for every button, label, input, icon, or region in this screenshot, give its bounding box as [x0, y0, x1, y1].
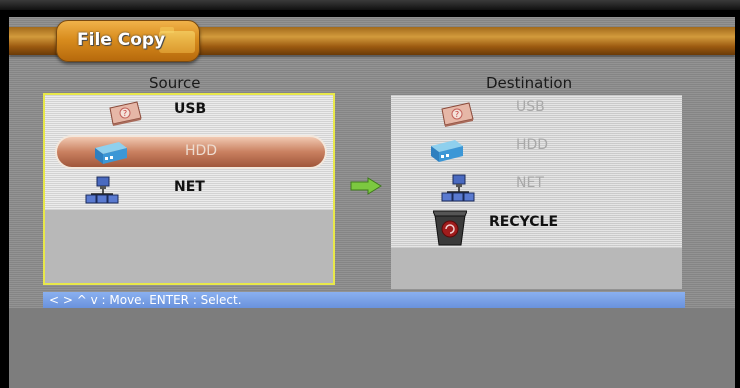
page-title: File Copy: [77, 30, 166, 50]
copy-direction-arrow-icon: [350, 177, 382, 195]
destination-item-recycle-label: RECYCLE: [489, 214, 559, 230]
destination-item-hdd-label: HDD: [516, 137, 549, 153]
hard-disk-icon: [427, 136, 465, 164]
usb-drive-icon: ?: [107, 100, 143, 126]
network-icon: [85, 175, 119, 207]
destination-item-hdd[interactable]: HDD: [391, 133, 682, 171]
destination-list: ? USB HDD NET RECYCLE: [391, 95, 682, 289]
destination-item-net[interactable]: NET: [391, 173, 682, 209]
destination-item-usb[interactable]: ? USB: [391, 95, 682, 133]
help-bar: < > ^ v : Move. ENTER : Select.: [43, 292, 685, 308]
help-text: < > ^ v : Move. ENTER : Select.: [49, 293, 242, 307]
destination-heading: Destination: [486, 74, 573, 92]
svg-text:?: ?: [455, 110, 459, 119]
usb-drive-icon: ?: [439, 101, 475, 127]
bottom-area: [9, 308, 735, 388]
source-item-usb-label: USB: [174, 101, 207, 117]
destination-list-empty-area: [391, 248, 682, 289]
hard-disk-icon: [91, 138, 129, 166]
source-item-hdd[interactable]: HDD: [55, 135, 327, 169]
recycle-bin-icon: [433, 209, 467, 247]
source-item-hdd-label: HDD: [185, 143, 218, 159]
source-item-usb[interactable]: ? USB: [45, 95, 333, 133]
top-ghost-band: [0, 0, 740, 10]
source-item-net[interactable]: NET: [45, 173, 333, 209]
screen: File Copy Source Destination ? USB HDD N…: [0, 0, 740, 388]
network-icon: [441, 173, 475, 205]
svg-text:?: ?: [123, 109, 127, 118]
destination-item-usb-label: USB: [516, 99, 545, 115]
source-list-empty-area: [45, 210, 333, 283]
destination-item-recycle[interactable]: RECYCLE: [391, 209, 682, 249]
source-list: ? USB HDD NET: [43, 93, 335, 285]
source-heading: Source: [149, 74, 201, 92]
destination-item-net-label: NET: [516, 175, 544, 191]
source-item-net-label: NET: [174, 179, 205, 195]
title-tab: File Copy: [56, 20, 200, 62]
